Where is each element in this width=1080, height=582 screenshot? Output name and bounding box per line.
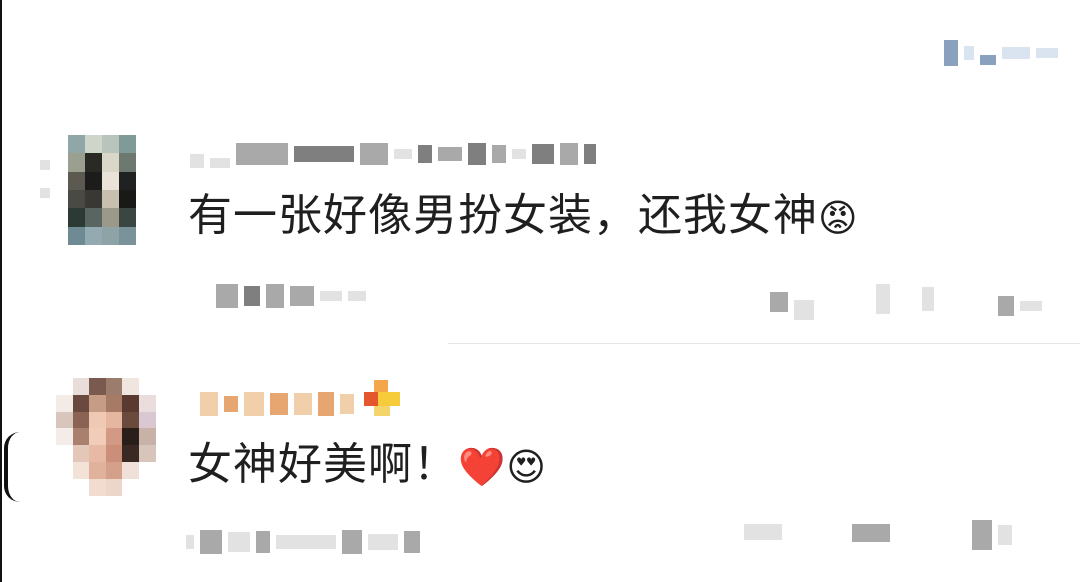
- screen-edge-curve: [4, 432, 20, 502]
- red-heart-icon: ❤️: [458, 445, 507, 489]
- blurred-username[interactable]: [200, 392, 354, 416]
- avatar[interactable]: [56, 378, 156, 496]
- blurred-header-info: [944, 40, 1058, 66]
- screen-edge: [0, 0, 2, 582]
- comment-text: 有一张好像男扮女装，还我女神😡: [188, 188, 859, 244]
- share-button[interactable]: [852, 524, 890, 542]
- reply-button[interactable]: [770, 284, 814, 320]
- like-button[interactable]: [972, 520, 1012, 550]
- share-button[interactable]: [876, 284, 934, 314]
- avatar[interactable]: [68, 135, 136, 245]
- blurred-decoration: [40, 160, 50, 198]
- comment-content: 有一张好像男扮女装，还我女神: [188, 190, 818, 241]
- blurred-comment-meta: [186, 530, 420, 554]
- like-button[interactable]: [998, 296, 1042, 316]
- reply-button[interactable]: [744, 524, 782, 540]
- blurred-username[interactable]: [190, 140, 596, 168]
- comment-content: 女神好美啊！: [188, 439, 458, 490]
- comment-section: 有一张好像男扮女装，还我女神😡 女神好美啊！❤️😍: [0, 0, 1080, 582]
- user-level-badge-icon: [364, 380, 402, 418]
- angry-face-icon: 😡: [818, 196, 859, 240]
- heart-eyes-face-icon: 😍: [506, 445, 547, 489]
- blurred-comment-meta: [216, 284, 366, 308]
- comment-text: 女神好美啊！❤️😍: [188, 437, 547, 493]
- divider: [448, 343, 1080, 344]
